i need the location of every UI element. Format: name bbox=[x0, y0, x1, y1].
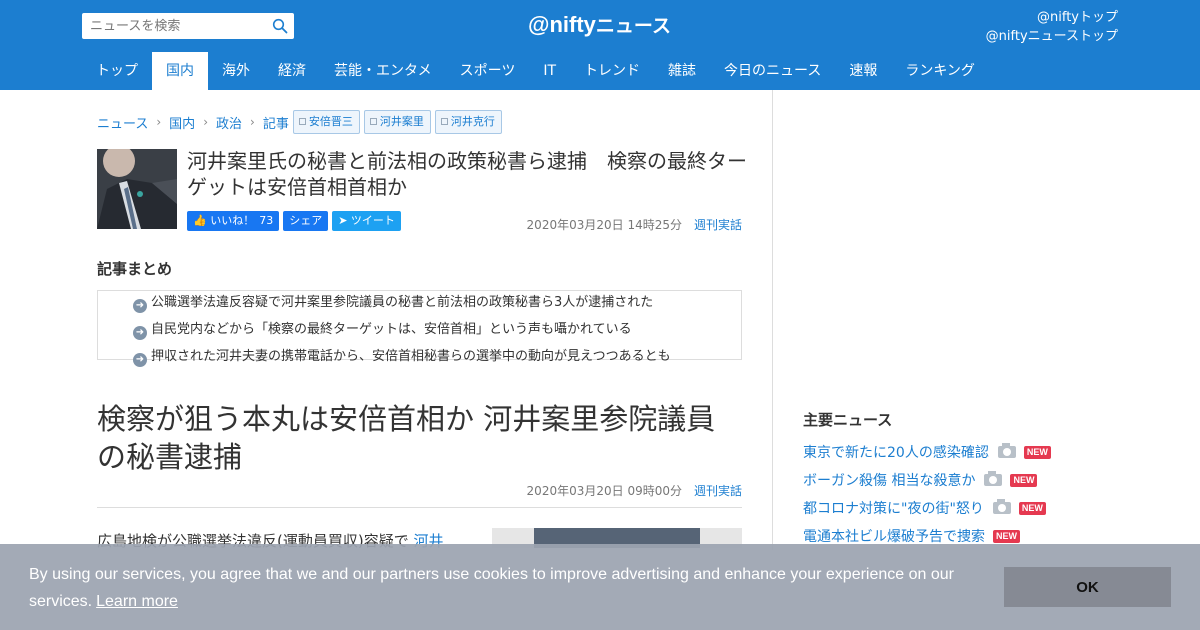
nav-item-top[interactable]: トップ bbox=[82, 52, 152, 90]
sidebar-news-item: 都コロナ対策に"夜の街"怒り NEW bbox=[803, 498, 1046, 518]
breadcrumb-domestic[interactable]: 国内 bbox=[169, 113, 195, 132]
main-source[interactable]: 週刊実話 bbox=[694, 484, 742, 498]
main-meta: 2020年03月20日 09時00分 週刊実話 bbox=[527, 482, 742, 499]
article-meta: 2020年03月20日 14時25分 週刊実話 bbox=[527, 216, 742, 233]
article-date: 2020年03月20日 14時25分 bbox=[526, 218, 682, 232]
chevron-right-icon: › bbox=[203, 115, 208, 129]
column-divider bbox=[772, 90, 773, 550]
camera-icon bbox=[992, 499, 1011, 514]
article-thumbnail bbox=[97, 149, 177, 229]
article-title: 河井案里氏の秘書と前法相の政策秘書ら逮捕 検察の最終ターゲットは安倍首相首相か bbox=[187, 149, 747, 199]
news-link[interactable]: ボーガン殺傷 相当な殺意か bbox=[803, 470, 975, 490]
like-button[interactable]: 👍 いいね！ 73 bbox=[187, 211, 280, 231]
news-link[interactable]: 都コロナ対策に"夜の街"怒り bbox=[803, 498, 984, 518]
nifty-top-link[interactable]: @niftyトップ bbox=[986, 8, 1118, 27]
site-logo[interactable]: @niftyニュース bbox=[528, 11, 671, 38]
nav-item-trend[interactable]: トレンド bbox=[570, 52, 654, 90]
nav-item-sports[interactable]: スポーツ bbox=[446, 52, 530, 90]
tag-anri-kawai[interactable]: 河井案里 bbox=[363, 110, 431, 134]
camera-icon bbox=[997, 443, 1016, 458]
article-source[interactable]: 週刊実話 bbox=[694, 218, 742, 232]
summary-item: ➜ 自民党内などから「検察の最終ターゲットは、安倍首相」という声も囁かれている bbox=[133, 318, 632, 340]
tag-katsuyuki-kawai[interactable]: 河井克行 bbox=[434, 110, 502, 134]
twitter-bird-icon: ➤ bbox=[338, 214, 348, 227]
search-input[interactable] bbox=[82, 13, 268, 39]
nav-item-domestic[interactable]: 国内 bbox=[152, 52, 208, 90]
cookie-message: By using our services, you agree that we… bbox=[29, 566, 954, 610]
news-link[interactable]: 東京で新たに20人の感染確認 bbox=[803, 442, 989, 462]
share-button[interactable]: シェア bbox=[283, 211, 329, 231]
news-link[interactable]: 電通本社ビル爆破予告で捜索 bbox=[803, 526, 985, 546]
tweet-button[interactable]: ➤ ツイート bbox=[332, 211, 401, 231]
new-badge: NEW bbox=[1010, 473, 1038, 487]
like-count: 73 bbox=[259, 214, 274, 227]
nifty-news-top-link[interactable]: @niftyニューストップ bbox=[986, 27, 1118, 46]
cookie-banner: By using our services, you agree that we… bbox=[0, 544, 1200, 630]
nav-item-today[interactable]: 今日のニュース bbox=[710, 52, 835, 90]
tag-abe[interactable]: 安倍晋三 bbox=[292, 110, 360, 134]
summary-box: ➜ 公職選挙法違反容疑で河井案里参院議員の秘書と前法相の政策秘書ら3人が逮捕された… bbox=[97, 290, 742, 367]
new-badge: NEW bbox=[1023, 445, 1051, 459]
new-badge: NEW bbox=[1018, 501, 1046, 515]
nav-item-world[interactable]: 海外 bbox=[208, 52, 264, 90]
summary-item: ➜ 押収された河井夫妻の携帯電話から、安倍首相秘書らの選挙中の動向が見えつつあると… bbox=[133, 345, 671, 367]
tag-icon bbox=[369, 118, 377, 125]
tag-icon bbox=[440, 118, 448, 125]
breadcrumb-article[interactable]: 記事 bbox=[263, 113, 289, 132]
chevron-right-icon: › bbox=[250, 115, 255, 129]
tag-icon bbox=[298, 118, 306, 125]
logo-main: @nifty bbox=[528, 12, 596, 37]
learn-more-link[interactable]: Learn more bbox=[96, 593, 178, 610]
sidebar-news-item: 東京で新たに20人の感染確認 NEW bbox=[803, 442, 1051, 462]
arrow-right-icon: ➜ bbox=[133, 299, 147, 313]
search-icon[interactable] bbox=[272, 18, 288, 34]
site-header: @niftyニュース @niftyトップ @niftyニューストップ トップ 国… bbox=[0, 0, 1200, 90]
nav-item-entertainment[interactable]: 芸能・エンタメ bbox=[320, 52, 446, 90]
nav-item-breaking[interactable]: 速報 bbox=[835, 52, 891, 90]
category-nav: トップ 国内 海外 経済 芸能・エンタメ スポーツ IT トレンド 雑誌 今日の… bbox=[82, 52, 989, 90]
divider bbox=[97, 507, 742, 508]
breadcrumb: ニュース › 国内 › 政治 › 記事 安倍晋三 河井案里 河井克行 bbox=[97, 110, 502, 134]
arrow-right-icon: ➜ bbox=[133, 353, 147, 367]
camera-icon bbox=[984, 471, 1003, 486]
breadcrumb-politics[interactable]: 政治 bbox=[216, 113, 242, 132]
cookie-ok-button[interactable]: OK bbox=[1004, 567, 1171, 607]
nav-item-it[interactable]: IT bbox=[529, 52, 570, 90]
search-box bbox=[82, 13, 294, 39]
arrow-right-icon: ➜ bbox=[133, 326, 147, 340]
summary-item: ➜ 公職選挙法違反容疑で河井案里参院議員の秘書と前法相の政策秘書ら3人が逮捕された bbox=[133, 291, 653, 313]
thumbs-up-icon: 👍 bbox=[193, 214, 207, 227]
summary-heading: 記事まとめ bbox=[97, 260, 173, 278]
chevron-right-icon: › bbox=[156, 115, 162, 129]
nav-item-magazine[interactable]: 雑誌 bbox=[654, 52, 710, 90]
sidebar-heading: 主要ニュース bbox=[803, 411, 893, 429]
logo-sub: ニュース bbox=[595, 15, 671, 37]
sidebar-news-item: ボーガン殺傷 相当な殺意か NEW bbox=[803, 470, 1038, 490]
breadcrumb-news[interactable]: ニュース bbox=[97, 113, 148, 132]
new-badge: NEW bbox=[993, 529, 1020, 543]
main-headline: 検察が狙う本丸は安倍首相か 河井案里参院議員の秘書逮捕 bbox=[97, 402, 716, 474]
nav-item-ranking[interactable]: ランキング bbox=[891, 52, 989, 90]
sidebar-news-item: 電通本社ビル爆破予告で捜索 NEW bbox=[803, 526, 1020, 546]
header-links: @niftyトップ @niftyニューストップ bbox=[986, 8, 1118, 46]
nav-item-economy[interactable]: 経済 bbox=[264, 52, 320, 90]
social-buttons: 👍 いいね！ 73 シェア ➤ ツイート bbox=[187, 211, 405, 231]
main-date: 2020年03月20日 09時00分 bbox=[526, 484, 682, 498]
